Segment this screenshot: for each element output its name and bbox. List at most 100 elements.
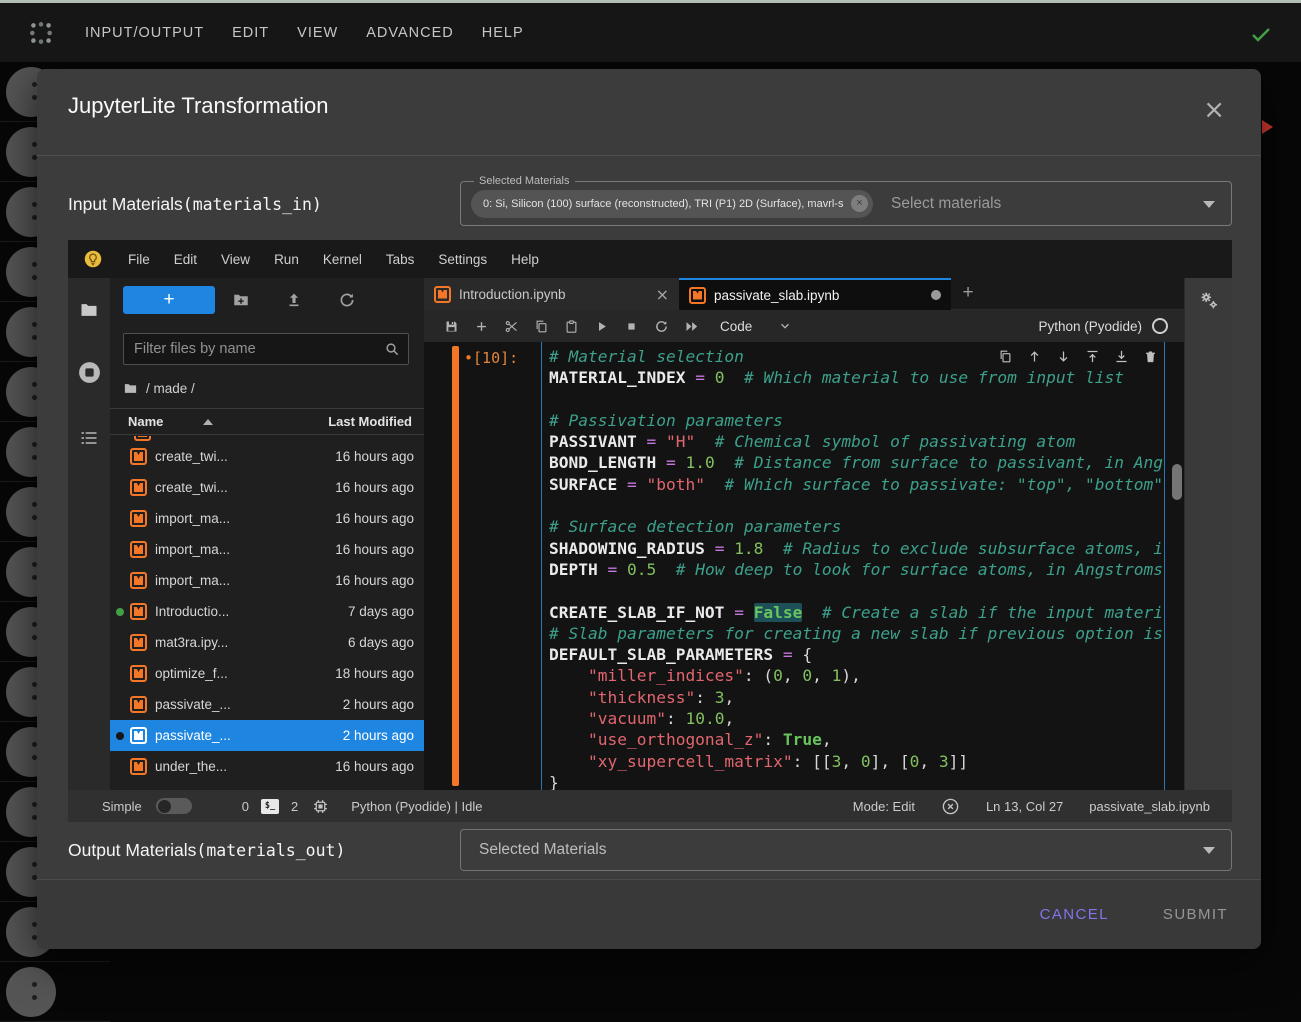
code-line[interactable]: # Surface detection parameters xyxy=(549,516,1164,537)
code-line[interactable]: SHADOWING_RADIUS = 1.8 # Radius to exclu… xyxy=(549,538,1164,559)
breadcrumb-path[interactable]: / made / xyxy=(146,381,195,396)
jp-menu-settings[interactable]: Settings xyxy=(426,252,499,267)
code-line[interactable]: BOND_LENGTH = 1.0 # Distance from surfac… xyxy=(549,452,1164,473)
restart-kernel-icon[interactable] xyxy=(646,317,676,335)
jp-menu-view[interactable]: View xyxy=(209,252,262,267)
add-cell-icon[interactable] xyxy=(466,317,496,335)
file-row[interactable]: create_twi... 16 hours ago xyxy=(110,441,424,472)
breadcrumb[interactable]: / made / xyxy=(123,378,195,398)
restart-run-all-icon[interactable] xyxy=(676,317,706,335)
scrollbar-thumb[interactable] xyxy=(1172,464,1182,500)
tab-passivate-slab[interactable]: passivate_slab.ipynb xyxy=(679,278,951,310)
running-sessions-icon[interactable] xyxy=(77,360,102,385)
file-row[interactable]: import_ma... 16 hours ago xyxy=(110,565,424,596)
check-icon[interactable] xyxy=(1249,22,1273,46)
chevron-down-icon[interactable] xyxy=(778,319,792,333)
duplicate-cell-icon[interactable] xyxy=(997,348,1013,364)
menu-input-output[interactable]: INPUT/OUTPUT xyxy=(85,25,204,41)
table-of-contents-icon[interactable] xyxy=(79,428,99,448)
copy-cells-icon[interactable] xyxy=(526,317,556,335)
column-last-modified[interactable]: Last Modified xyxy=(328,414,412,429)
file-browser-icon[interactable] xyxy=(79,300,99,320)
not-trusted-icon[interactable] xyxy=(941,797,960,816)
settings-gears-icon[interactable] xyxy=(1198,290,1220,312)
close-icon[interactable]: × xyxy=(1203,97,1225,123)
tab-introduction[interactable]: Introduction.ipynb × xyxy=(424,278,679,310)
jp-menu-edit[interactable]: Edit xyxy=(162,252,209,267)
upload-icon[interactable] xyxy=(285,291,303,309)
chevron-down-icon[interactable] xyxy=(1203,847,1215,854)
menu-edit[interactable]: EDIT xyxy=(232,25,269,41)
terminal-count[interactable]: 0 xyxy=(242,799,249,814)
app-dots-logo[interactable] xyxy=(28,20,54,46)
code-line[interactable]: DEFAULT_SLAB_PARAMETERS = { xyxy=(549,644,1164,665)
run-cell-icon[interactable] xyxy=(586,317,616,335)
file-row[interactable]: import_ma... 16 hours ago xyxy=(110,503,424,534)
cut-cells-icon[interactable] xyxy=(496,317,526,335)
file-row[interactable]: mat3ra.ipy... 6 days ago xyxy=(110,627,424,658)
material-chip[interactable]: 0: Si, Silicon (100) surface (reconstruc… xyxy=(471,190,873,218)
jp-menu-run[interactable]: Run xyxy=(262,252,311,267)
code-line[interactable]: "miller_indices": (0, 0, 1), xyxy=(549,665,1164,686)
code-line[interactable]: SURFACE = "both" # Which surface to pass… xyxy=(549,474,1164,495)
code-line[interactable]: "thickness": 3, xyxy=(549,687,1164,708)
column-name[interactable]: Name xyxy=(128,414,163,429)
delete-cell-icon[interactable] xyxy=(1142,348,1158,364)
insert-cell-above-icon[interactable] xyxy=(1084,348,1100,364)
menu-help[interactable]: HELP xyxy=(482,25,524,41)
menu-view[interactable]: VIEW xyxy=(297,25,338,41)
cursor-position[interactable]: Ln 13, Col 27 xyxy=(986,799,1063,814)
new-folder-icon[interactable] xyxy=(232,291,250,309)
move-cell-up-icon[interactable] xyxy=(1026,348,1042,364)
cancel-button[interactable]: CANCEL xyxy=(1040,906,1109,923)
code-line[interactable]: } xyxy=(549,772,1164,790)
filter-files-input[interactable]: Filter files by name xyxy=(123,333,409,365)
tab-close-icon[interactable]: × xyxy=(656,285,669,304)
jp-menu-help[interactable]: Help xyxy=(499,252,551,267)
file-row[interactable]: optimize_f... 18 hours ago xyxy=(110,658,424,689)
code-line[interactable]: "use_orthogonal_z": True, xyxy=(549,729,1164,750)
editor-mode[interactable]: Mode: Edit xyxy=(853,799,915,814)
output-materials-select[interactable]: Selected Materials xyxy=(460,829,1232,871)
code-line[interactable]: # Slab parameters for creating a new sla… xyxy=(549,623,1164,644)
submit-button[interactable]: SUBMIT xyxy=(1163,906,1228,923)
code-line[interactable]: "vacuum": 10.0, xyxy=(549,708,1164,729)
file-row[interactable]: passivate_... 2 hours ago xyxy=(110,720,424,751)
jp-menu-kernel[interactable]: Kernel xyxy=(311,252,374,267)
file-row[interactable]: create_twi... 16 hours ago xyxy=(110,472,424,503)
sort-ascending-icon[interactable] xyxy=(203,419,213,425)
file-row[interactable]: Introductio... 7 days ago xyxy=(110,596,424,627)
kernel-status-icon[interactable] xyxy=(1152,318,1168,334)
code-line[interactable] xyxy=(549,495,1164,516)
kernel-name-button[interactable]: Python (Pyodide) xyxy=(1038,319,1142,334)
input-materials-select[interactable]: Selected Materials 0: Si, Silicon (100) … xyxy=(460,181,1232,226)
cell-type-select[interactable]: Code xyxy=(720,319,752,334)
chevron-down-icon[interactable] xyxy=(1203,201,1215,208)
code-line[interactable]: PASSIVANT = "H" # Chemical symbol of pas… xyxy=(549,431,1164,452)
move-cell-down-icon[interactable] xyxy=(1055,348,1071,364)
jp-menu-tabs[interactable]: Tabs xyxy=(374,252,427,267)
new-tab-button[interactable]: + xyxy=(951,278,985,310)
file-row[interactable]: import_ma... 16 hours ago xyxy=(110,534,424,565)
jp-menu-file[interactable]: File xyxy=(116,252,162,267)
drag-handle-knob[interactable] xyxy=(6,967,56,1017)
file-row[interactable]: passivate_... 2 hours ago xyxy=(110,689,424,720)
save-icon[interactable] xyxy=(436,317,466,335)
code-editor[interactable]: # Material selectionMATERIAL_INDEX = 0 #… xyxy=(541,342,1165,790)
code-line[interactable]: DEPTH = 0.5 # How deep to look for surfa… xyxy=(549,559,1164,580)
menu-advanced[interactable]: ADVANCED xyxy=(366,25,454,41)
kernel-count[interactable]: 2 xyxy=(291,799,298,814)
code-line[interactable]: MATERIAL_INDEX = 0 # Which material to u… xyxy=(549,367,1164,388)
code-line[interactable]: CREATE_SLAB_IF_NOT = False # Create a sl… xyxy=(549,602,1164,623)
folder-icon[interactable] xyxy=(123,381,138,396)
interrupt-kernel-icon[interactable] xyxy=(616,317,646,335)
cell-collapse-bar[interactable] xyxy=(452,346,459,786)
code-line[interactable]: "xy_supercell_matrix": [[3, 0], [0, 3]] xyxy=(549,751,1164,772)
new-launcher-button[interactable]: + xyxy=(123,286,215,314)
simple-mode-toggle[interactable] xyxy=(156,798,192,814)
kernel-state[interactable]: Python (Pyodide) | Idle xyxy=(351,799,482,814)
code-line[interactable]: # Passivation parameters xyxy=(549,410,1164,431)
active-file-name[interactable]: passivate_slab.ipynb xyxy=(1089,799,1210,814)
refresh-icon[interactable] xyxy=(338,291,356,309)
chip-remove-icon[interactable]: × xyxy=(851,195,868,212)
